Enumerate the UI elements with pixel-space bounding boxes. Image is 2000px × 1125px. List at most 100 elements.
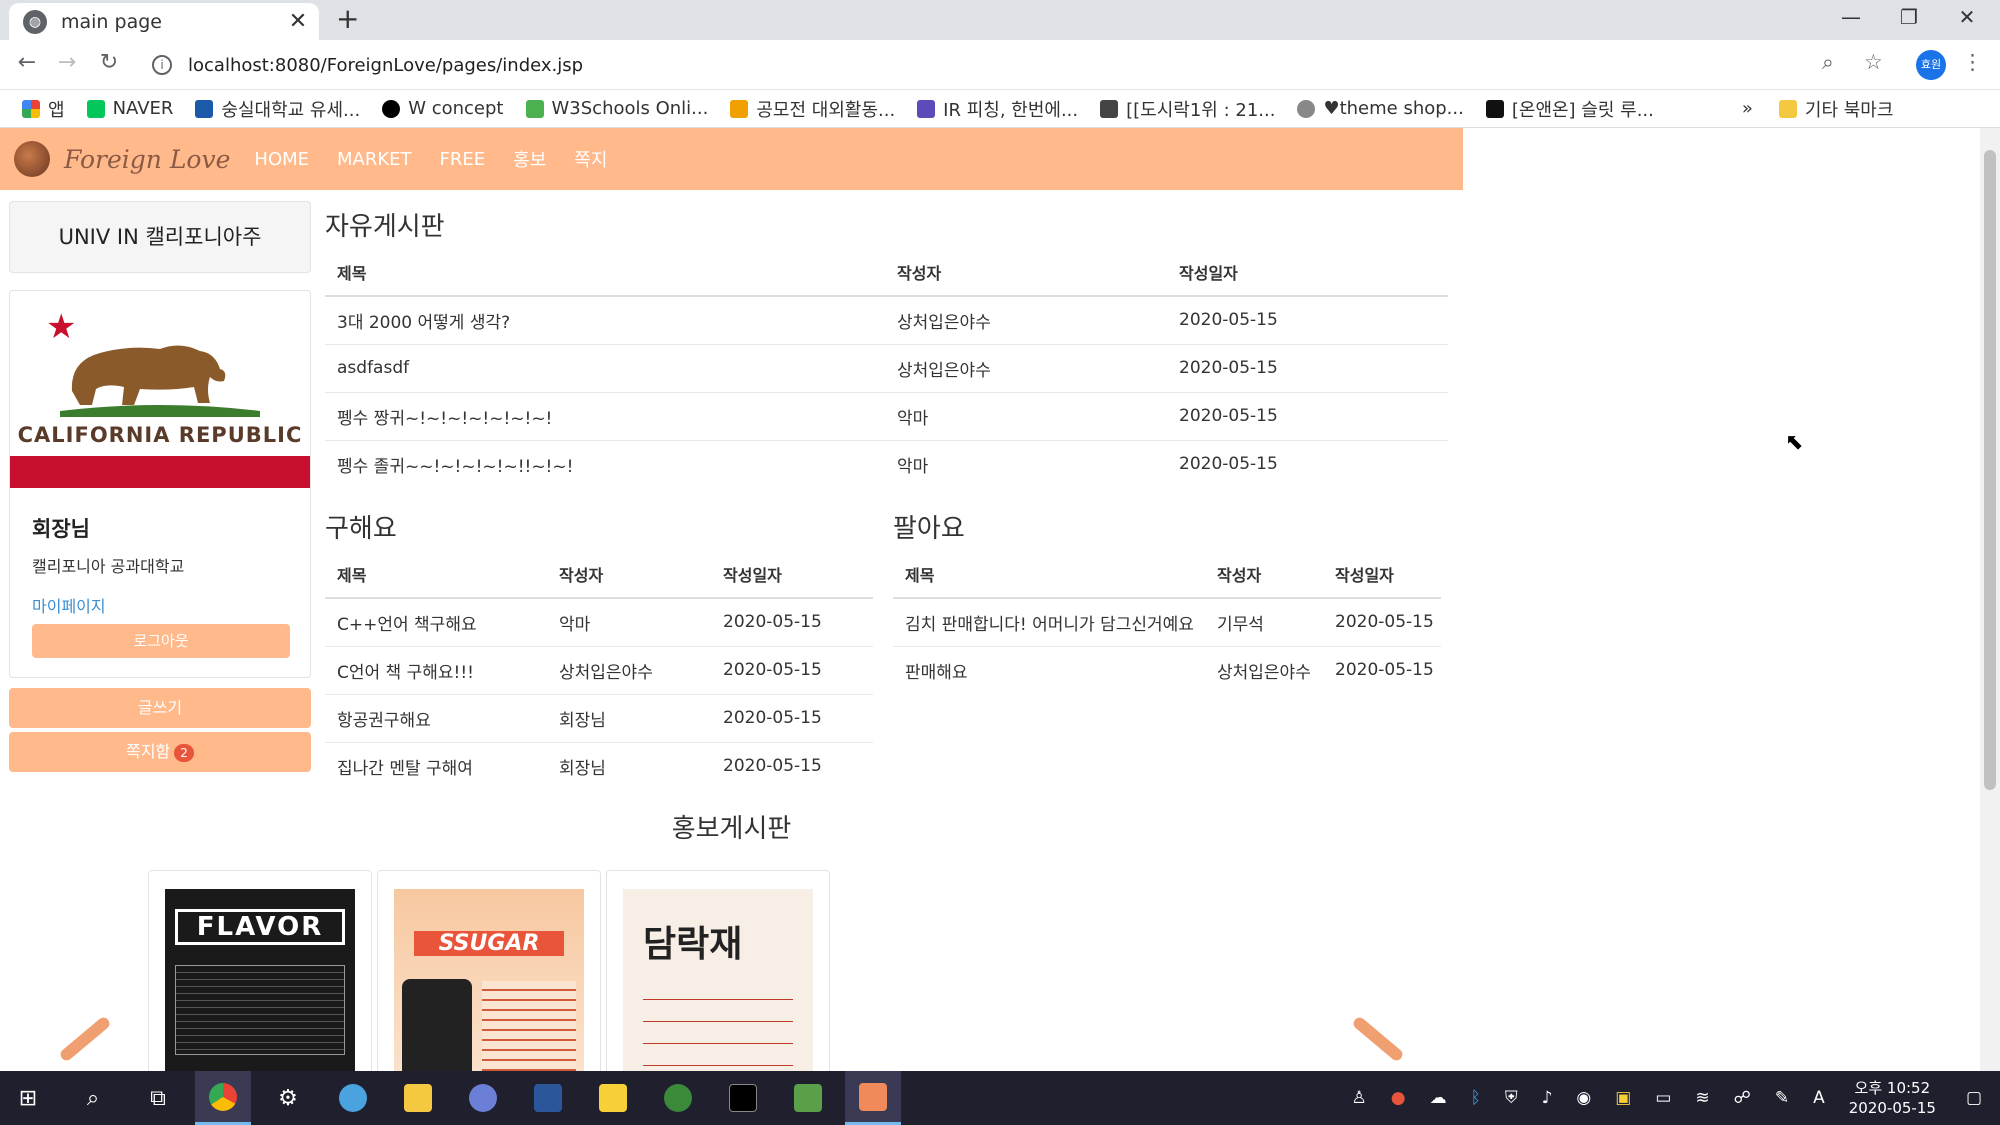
taskbar-app[interactable] [325,1071,381,1125]
bookmark-item[interactable]: NAVER [86,98,173,119]
logout-button[interactable]: 로그아웃 [32,624,290,658]
taskbar-explorer[interactable] [390,1071,446,1125]
taskbar-chrome[interactable] [195,1071,251,1125]
table-row[interactable]: 집나간 멘탈 구해여 회장님 2020-05-15 [325,741,873,790]
post-title[interactable]: 집나간 멘탈 구해여 [325,741,547,790]
taskbar-terminal[interactable] [715,1071,771,1125]
post-title[interactable]: 펭수 짱귀~!~!~!~!~!~!~! [325,391,885,440]
taskbar-settings[interactable]: ⚙ [260,1071,316,1125]
carousel-prev-arrow[interactable] [58,1015,112,1063]
people-icon[interactable]: ♙ [1352,1088,1367,1108]
network-icon[interactable]: ☍ [1734,1088,1751,1108]
scrollbar-thumb[interactable] [1984,150,1996,790]
write-button[interactable]: 글쓰기 [9,688,311,728]
bookmarks-overflow-button[interactable]: » [1742,98,1753,119]
post-title[interactable]: 김치 판매합니다! 어머니가 담그신거예요 [893,597,1205,646]
zoom-icon[interactable]: ⌕ [1822,50,1834,75]
app-tray-icon[interactable]: ◉ [1576,1088,1591,1108]
cloud-icon[interactable]: ☁ [1430,1088,1447,1108]
buy-board-title[interactable]: 구해요 [325,508,397,545]
table-row[interactable]: 김치 판매합니다! 어머니가 담그신거예요 기무석 2020-05-15 [893,597,1441,646]
chat-icon[interactable]: ▣ [1615,1088,1631,1108]
free-board-title[interactable]: 자유게시판 [325,206,445,243]
address-bar[interactable]: i localhost:8080/ForeignLove/pages/index… [146,46,1866,84]
bookmark-item[interactable]: 앱 [22,96,65,122]
close-tab-icon[interactable]: ✕ [285,9,311,34]
restore-button[interactable]: ❐ [1880,0,1938,36]
taskbar-app[interactable] [650,1071,706,1125]
bookmark-item[interactable]: W concept [382,98,504,119]
table-row[interactable]: 판매해요 상처입은야수 2020-05-15 [893,645,1441,694]
task-view-button[interactable]: ⧉ [130,1071,186,1125]
shield-icon[interactable]: ⛨ [1505,1088,1518,1108]
post-title[interactable]: 항공권구해요 [325,693,547,742]
bookmark-item[interactable]: [온앤온] 슬릿 루... [1485,96,1654,122]
nav-promo[interactable]: 홍보 [513,146,546,172]
bookmark-star-icon[interactable]: ☆ [1864,50,1883,74]
promo-card[interactable]: SSUGAR [377,870,601,1071]
post-title[interactable]: 펭수 졸귀~~!~!~!~!~!!~!~! [325,439,885,488]
table-row[interactable]: C언어 책 구해요!!! 상처입은야수 2020-05-15 [325,645,873,694]
column-header: 제목 [325,550,547,599]
bookmark-item[interactable]: [[도시락1위 : 21... [1100,96,1275,122]
page-scrollbar[interactable] [1980,128,2000,1071]
bookmark-item[interactable]: ♥theme shop... [1297,98,1464,119]
nav-market[interactable]: MARKET [337,149,412,170]
nav-home[interactable]: HOME [254,149,309,170]
promo-card[interactable]: FLAVOR [148,870,372,1071]
bookmark-item[interactable]: W3Schools Onli... [525,98,708,119]
wifi-icon[interactable]: ≋ [1695,1088,1709,1108]
sell-board-title[interactable]: 팔아요 [893,508,965,545]
new-tab-button[interactable]: + [336,2,359,35]
table-row[interactable]: C++언어 책구해요 악마 2020-05-15 [325,597,873,646]
menu-icon[interactable]: ⋮ [1962,50,1983,74]
notification-icon[interactable]: ▢ [1966,1088,1982,1108]
table-row[interactable]: asdfasdf 상처입은야수 2020-05-15 [325,343,1448,392]
volume-icon[interactable]: ♪ [1542,1088,1553,1108]
reload-icon[interactable]: ↻ [94,50,124,75]
pen-icon[interactable]: ✎ [1775,1088,1789,1108]
post-title[interactable]: C++언어 책구해요 [325,597,547,646]
bluetooth-icon[interactable]: ᛒ [1471,1088,1481,1108]
clock[interactable]: 오후 10:52 2020-05-15 [1849,1078,1936,1118]
taskbar-word[interactable] [520,1071,576,1125]
table-row[interactable]: 3대 2000 어떻게 생각? 상처입은야수 2020-05-15 [325,295,1448,344]
post-title[interactable]: 판매해요 [893,645,1205,694]
inbox-button[interactable]: 쪽지함 2 [9,732,311,772]
record-icon[interactable]: ● [1391,1088,1406,1108]
browser-tab[interactable]: ◍ main page ✕ [9,3,319,40]
other-bookmarks[interactable]: 기타 북마크 [1778,96,1893,122]
close-window-button[interactable]: ✕ [1938,0,1996,36]
carousel-next-arrow[interactable] [1351,1015,1405,1063]
bookmark-item[interactable]: IR 피칭, 한번에... [917,96,1078,122]
bookmark-item[interactable]: 공모전 대외활동... [730,96,895,122]
profile-avatar[interactable]: 효원 [1916,50,1946,80]
bookmark-item[interactable]: 숭실대학교 유세... [195,96,360,122]
table-row[interactable]: 항공권구해요 회장님 2020-05-15 [325,693,873,742]
taskbar-sticky[interactable] [585,1071,641,1125]
buy-board-table: 제목 작성자 작성일자 C++언어 책구해요 악마 2020-05-15 C언어 책… [325,550,873,790]
back-icon[interactable]: ← [12,50,42,75]
mypage-link[interactable]: 마이페이지 [32,593,106,617]
promo-card[interactable]: 담락재 [606,870,830,1071]
taskbar-app[interactable] [845,1071,901,1125]
globe-logo-icon[interactable] [14,141,50,177]
post-title[interactable]: C언어 책 구해요!!! [325,645,547,694]
nav-message[interactable]: 쪽지 [574,146,607,172]
taskbar-app[interactable] [780,1071,836,1125]
promo-board-title[interactable]: 홍보게시판 [0,808,1463,845]
post-title[interactable]: asdfasdf [325,343,885,392]
table-row[interactable]: 펭수 짱귀~!~!~!~!~!~!~! 악마 2020-05-15 [325,391,1448,440]
battery-icon[interactable]: ▭ [1655,1088,1671,1108]
taskbar-app[interactable] [455,1071,511,1125]
ime-indicator[interactable]: A [1813,1088,1825,1108]
minimize-button[interactable]: — [1822,0,1880,36]
info-icon[interactable]: i [152,55,172,75]
start-button[interactable]: ⊞ [0,1071,56,1125]
table-row[interactable]: 펭수 졸귀~~!~!~!~!~!!~!~! 악마 2020-05-15 [325,439,1448,488]
post-title[interactable]: 3대 2000 어떻게 생각? [325,295,885,344]
search-button[interactable]: ⌕ [65,1071,121,1125]
nav-free[interactable]: FREE [440,149,486,170]
site-brand[interactable]: Foreign Love [64,145,230,174]
forward-icon[interactable]: → [52,50,82,75]
